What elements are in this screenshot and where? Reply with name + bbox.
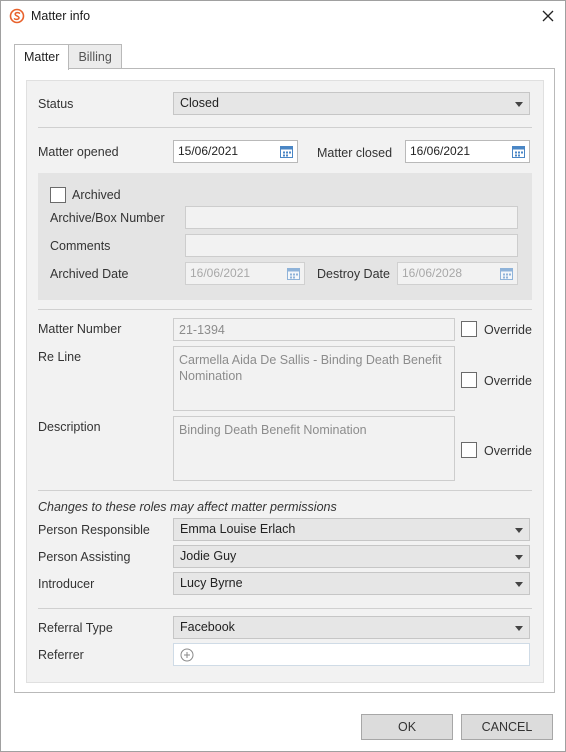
chevron-down-icon	[515, 555, 523, 560]
app-logo-icon	[9, 8, 25, 24]
introducer-value: Lucy Byrne	[180, 576, 243, 590]
person-assisting-dropdown[interactable]: Jodie Guy	[173, 545, 530, 568]
chevron-down-icon	[515, 102, 523, 107]
archive-box-number-input[interactable]	[185, 206, 518, 229]
referral-type-label: Referral Type	[38, 621, 113, 635]
referrer-label: Referrer	[38, 648, 84, 662]
close-button[interactable]	[537, 5, 559, 27]
introducer-label: Introducer	[38, 577, 95, 591]
destroy-date-label: Destroy Date	[317, 267, 390, 281]
status-dropdown[interactable]: Closed	[173, 92, 530, 115]
calendar-icon[interactable]	[279, 144, 294, 159]
calendar-icon[interactable]	[511, 144, 526, 159]
referral-type-dropdown[interactable]: Facebook	[173, 616, 530, 639]
tab-matter[interactable]: Matter	[14, 44, 70, 70]
matter-closed-label: Matter closed	[317, 146, 393, 160]
title-bar: Matter info	[1, 1, 565, 31]
window-title: Matter info	[31, 9, 91, 23]
destroy-date-value: 16/06/2028	[402, 266, 463, 280]
roles-permission-note: Changes to these roles may affect matter…	[38, 500, 337, 514]
matter-closed-value: 16/06/2021	[410, 144, 471, 158]
referral-type-value: Facebook	[180, 620, 235, 634]
matter-opened-value: 15/06/2021	[178, 144, 239, 158]
calendar-icon[interactable]	[286, 266, 301, 281]
matter-opened-label: Matter opened	[38, 145, 119, 159]
chevron-down-icon	[515, 626, 523, 631]
re-line-label: Re Line	[38, 350, 82, 364]
referrer-field[interactable]	[173, 643, 530, 666]
close-icon	[542, 10, 554, 22]
person-responsible-value: Emma Louise Erlach	[180, 522, 296, 536]
archived-checkbox[interactable]	[50, 187, 66, 203]
calendar-icon[interactable]	[499, 266, 514, 281]
comments-label: Comments	[50, 239, 111, 253]
description-override-checkbox[interactable]	[461, 442, 477, 458]
archive-box-number-label: Archive/Box Number	[50, 211, 165, 225]
description-label: Description	[38, 420, 101, 434]
divider	[38, 309, 532, 310]
status-value: Closed	[180, 96, 219, 110]
status-label: Status	[38, 97, 74, 111]
person-responsible-label: Person Responsible	[38, 523, 150, 537]
matter-form: Status Closed Matter opened 15/06/2021 M…	[26, 80, 544, 683]
person-assisting-value: Jodie Guy	[180, 549, 237, 563]
chevron-down-icon	[515, 528, 523, 533]
matter-number-field[interactable]: 21-1394	[173, 318, 455, 341]
override-label: Override	[484, 323, 532, 337]
destroy-date-field[interactable]: 16/06/2028	[397, 262, 518, 285]
archived-date-field[interactable]: 16/06/2021	[185, 262, 305, 285]
re-line-override-checkbox[interactable]	[461, 372, 477, 388]
chevron-down-icon	[515, 582, 523, 587]
cancel-button[interactable]: CANCEL	[461, 714, 553, 740]
archived-label: Archived	[72, 188, 121, 202]
archived-date-value: 16/06/2021	[190, 266, 251, 280]
archived-date-label: Archived Date	[50, 267, 129, 281]
matter-number-label: Matter Number	[38, 322, 122, 336]
description-field[interactable]: Binding Death Benefit Nomination	[173, 416, 455, 481]
divider	[38, 490, 532, 491]
introducer-dropdown[interactable]: Lucy Byrne	[173, 572, 530, 595]
override-label: Override	[484, 374, 532, 388]
archive-section: Archived Archive/Box Number Comments Arc…	[38, 173, 532, 300]
matter-info-dialog: Matter info Matter Billing Status Closed…	[0, 0, 566, 752]
tab-bar: Matter Billing	[14, 44, 122, 70]
matter-number-override-checkbox[interactable]	[461, 321, 477, 337]
add-circle-icon[interactable]	[180, 648, 194, 662]
ok-button[interactable]: OK	[361, 714, 453, 740]
matter-closed-date-field[interactable]: 16/06/2021	[405, 140, 530, 163]
person-responsible-dropdown[interactable]: Emma Louise Erlach	[173, 518, 530, 541]
divider	[38, 608, 532, 609]
person-assisting-label: Person Assisting	[38, 550, 131, 564]
matter-opened-date-field[interactable]: 15/06/2021	[173, 140, 298, 163]
comments-input[interactable]	[185, 234, 518, 257]
override-label: Override	[484, 444, 532, 458]
matter-tab-panel: Status Closed Matter opened 15/06/2021 M…	[14, 68, 555, 693]
divider	[38, 127, 532, 128]
tab-billing[interactable]: Billing	[68, 44, 122, 69]
re-line-field[interactable]: Carmella Aida De Sallis - Binding Death …	[173, 346, 455, 411]
